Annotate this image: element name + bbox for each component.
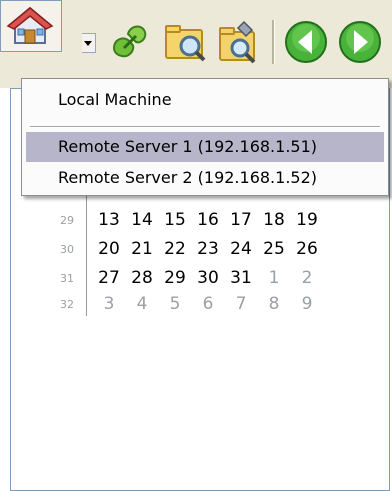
calendar-day-next-month[interactable]: 7 — [226, 294, 256, 314]
scan-button[interactable] — [216, 18, 264, 66]
server-dropdown-menu: Local Machine Remote Server 1 (192.168.1… — [21, 78, 389, 196]
calendar-day[interactable]: 21 — [127, 239, 157, 259]
week-number: 31 — [60, 272, 74, 285]
folder-search-button[interactable] — [162, 18, 210, 66]
calendar-day[interactable]: 15 — [160, 210, 190, 230]
week-number: 30 — [60, 243, 74, 256]
calendar-day-next-month[interactable]: 2 — [292, 268, 322, 288]
calendar-day-next-month[interactable]: 3 — [94, 294, 124, 314]
calendar-day[interactable]: 26 — [292, 239, 322, 259]
week-number: 29 — [60, 214, 74, 227]
calendar-day-next-month[interactable]: 4 — [127, 294, 157, 314]
week-number: 32 — [60, 298, 74, 311]
calendar-day[interactable]: 23 — [193, 239, 223, 259]
calendar-day[interactable]: 14 — [127, 210, 157, 230]
calendar-day[interactable]: 16 — [193, 210, 223, 230]
menu-separator — [30, 126, 380, 128]
calendar-day[interactable]: 25 — [259, 239, 289, 259]
scan-icon — [219, 20, 256, 64]
calendar-day[interactable]: 19 — [292, 210, 322, 230]
forward-button[interactable] — [336, 18, 384, 66]
menu-item-remote-server-1[interactable]: Remote Server 1 (192.168.1.51) — [26, 132, 384, 162]
calendar-day-next-month[interactable]: 6 — [193, 294, 223, 314]
toolbar — [0, 0, 392, 88]
green-left-arrow-icon — [285, 21, 327, 63]
back-button[interactable] — [282, 18, 330, 66]
calendar-day[interactable]: 24 — [226, 239, 256, 259]
calendar-day[interactable]: 30 — [193, 268, 223, 288]
home-button[interactable] — [0, 0, 62, 52]
calendar-day[interactable]: 27 — [94, 268, 124, 288]
home-icon — [6, 6, 54, 44]
menu-item-remote-server-2[interactable]: Remote Server 2 (192.168.1.52) — [26, 163, 384, 193]
calendar-day[interactable]: 20 — [94, 239, 124, 259]
calendar-day[interactable]: 31 — [226, 268, 256, 288]
connect-icon — [112, 25, 147, 58]
calendar-day[interactable]: 29 — [160, 268, 190, 288]
calendar-day-next-month[interactable]: 1 — [259, 268, 289, 288]
calendar-day[interactable]: 28 — [127, 268, 157, 288]
calendar-day-next-month[interactable]: 8 — [259, 294, 289, 314]
calendar-day-next-month[interactable]: 5 — [160, 294, 190, 314]
calendar-day[interactable]: 18 — [259, 210, 289, 230]
menu-item-local-machine[interactable]: Local Machine — [26, 85, 384, 115]
toolbar-separator — [272, 20, 275, 64]
home-dropdown-arrow[interactable] — [82, 33, 96, 53]
connect-button[interactable] — [106, 18, 154, 66]
week-divider — [86, 178, 87, 316]
calendar-day[interactable]: 22 — [160, 239, 190, 259]
calendar-day[interactable]: 17 — [226, 210, 256, 230]
green-right-arrow-icon — [339, 21, 381, 63]
folder-search-icon — [165, 25, 206, 62]
calendar-day-next-month[interactable]: 9 — [292, 294, 322, 314]
calendar-day[interactable]: 13 — [94, 210, 124, 230]
